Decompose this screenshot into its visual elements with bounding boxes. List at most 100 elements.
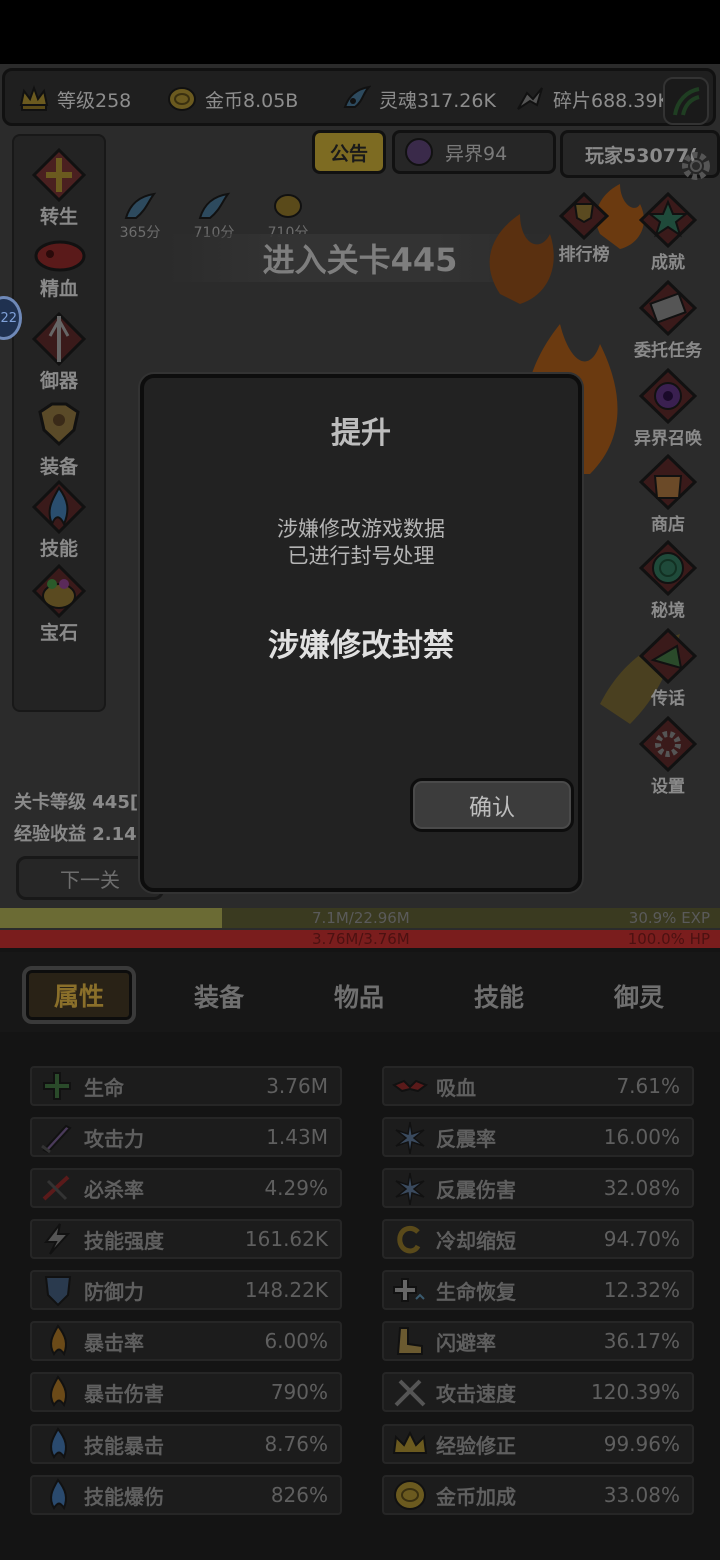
- scroll-icon: [638, 279, 698, 337]
- shard-text: 碎片688.39K: [553, 89, 670, 112]
- level-resource: 等级258: [19, 83, 131, 115]
- stat-row: 生命恢复 12.32%: [382, 1270, 694, 1310]
- stat-row: 必杀率 4.29%: [30, 1168, 342, 1208]
- crit-slash-icon: [38, 1171, 78, 1205]
- stat-value: 12.32%: [603, 1278, 680, 1302]
- coin-icon: [167, 85, 197, 113]
- bat-icon: [390, 1069, 430, 1103]
- menu-essence[interactable]: 精血: [14, 234, 104, 301]
- stat-name: 攻击力: [84, 1126, 144, 1151]
- menu-ranking[interactable]: 排行榜: [544, 191, 624, 265]
- stats-panel: 生命 3.76M 攻击力 1.43M 必杀率 4.29% 技能强度 161.62K 防御力 148…: [0, 1032, 720, 1560]
- stat-value: 1.43M: [266, 1125, 328, 1149]
- spark-icon: [390, 1120, 430, 1155]
- menu-gem[interactable]: 宝石: [14, 563, 104, 645]
- stat-value: 120.39%: [591, 1380, 680, 1404]
- hp-bar-text: 3.76M/3.76M: [312, 930, 410, 948]
- stat-value: 33.08%: [603, 1483, 680, 1507]
- regen-icon: [390, 1273, 430, 1307]
- stat-row: 暴击率 6.00%: [30, 1321, 342, 1361]
- menu-secret-realm-label: 秘境: [651, 601, 685, 621]
- menu-rebirth[interactable]: 转生: [14, 147, 104, 229]
- swords-icon: [390, 1375, 430, 1409]
- stat-row: 生命 3.76M: [30, 1066, 342, 1106]
- ban-dialog: 提升 涉嫌修改游戏数据 已进行封号处理 涉嫌修改封禁 确认: [140, 374, 582, 892]
- tab-equipment[interactable]: 装备: [164, 968, 274, 1024]
- stat-row: 吸血 7.61%: [382, 1066, 694, 1106]
- stat-name: 技能爆伤: [84, 1484, 164, 1509]
- menu-achievement[interactable]: 成就: [624, 191, 712, 273]
- menu-settings[interactable]: 设置: [624, 715, 712, 797]
- stat-name: 技能强度: [84, 1228, 164, 1253]
- shield-icon: [38, 1273, 78, 1307]
- dialog-title: 提升: [331, 416, 391, 451]
- notice-tab[interactable]: 公告: [312, 130, 386, 174]
- menu-shop-label: 商店: [651, 515, 685, 535]
- stat-row: 暴击伤害 790%: [30, 1372, 342, 1412]
- coin-icon: [390, 1478, 430, 1512]
- menu-summon[interactable]: 异界召唤: [624, 367, 712, 449]
- dialog-message-line2: 已进行封号处理: [287, 544, 435, 568]
- menu-skill[interactable]: 技能: [14, 479, 104, 561]
- stat-row: 技能暴击 8.76%: [30, 1424, 342, 1464]
- spark-icon: [390, 1171, 430, 1206]
- stat-name: 攻击速度: [436, 1381, 516, 1406]
- cross-heal-icon: [38, 1069, 78, 1103]
- stat-value: 6.00%: [264, 1329, 328, 1353]
- cooldown-icon: [390, 1222, 430, 1256]
- menu-message[interactable]: 传话: [624, 627, 712, 709]
- stat-name: 闪避率: [436, 1330, 496, 1355]
- tab-skills[interactable]: 技能: [444, 968, 554, 1024]
- gear-icon[interactable]: [678, 148, 714, 184]
- menu-settings-label: 设置: [651, 777, 685, 797]
- status-bar: [0, 0, 720, 64]
- stat-row: 攻击速度 120.39%: [382, 1372, 694, 1412]
- boot-icon: [390, 1324, 430, 1358]
- menu-ranking-label: 排行榜: [558, 245, 610, 265]
- menu-secret-realm[interactable]: 秘境: [624, 539, 712, 621]
- stat-row: 技能强度 161.62K: [30, 1219, 342, 1259]
- menu-artifact-label: 御器: [39, 370, 78, 392]
- tab-items[interactable]: 物品: [304, 968, 414, 1024]
- screen: 等级258 金币8.05B 灵魂317.26K 碎片688.39K 公告 异界9…: [0, 0, 720, 1560]
- sword-icon: [38, 1120, 78, 1154]
- menu-artifact[interactable]: 御器: [14, 311, 104, 393]
- tab-spirits[interactable]: 御灵: [584, 968, 694, 1024]
- other-world-tab[interactable]: 异界94: [392, 130, 556, 174]
- exp-bar-percent: 30.9% EXP: [628, 909, 710, 927]
- dialog-message: 涉嫌修改游戏数据 已进行封号处理: [144, 516, 578, 570]
- corner-menu-button[interactable]: [663, 77, 709, 125]
- stat-value: 94.70%: [603, 1227, 680, 1251]
- gear-icon: [638, 715, 698, 773]
- portal-icon: [638, 367, 698, 425]
- menu-achievement-label: 成就: [651, 253, 685, 273]
- menu-commission[interactable]: 委托任务: [624, 279, 712, 361]
- stat-name: 生命: [84, 1075, 124, 1100]
- stat-name: 技能暴击: [84, 1433, 164, 1458]
- menu-rebirth-label: 转生: [39, 206, 78, 228]
- horn-icon: [638, 627, 698, 685]
- stat-name: 暴击伤害: [84, 1381, 164, 1406]
- stat-row: 经验修正 99.96%: [382, 1424, 694, 1464]
- soul-buff-icon: [122, 190, 158, 222]
- stat-row: 防御力 148.22K: [30, 1270, 342, 1310]
- hp-bar-percent: 100.0% HP: [627, 930, 710, 948]
- stat-row: 反震伤害 32.08%: [382, 1168, 694, 1208]
- star-icon: [638, 191, 698, 249]
- crown-icon: [19, 85, 49, 113]
- flame-icon: [38, 1324, 78, 1358]
- confirm-button[interactable]: 确认: [410, 778, 574, 832]
- stat-name: 反震伤害: [436, 1177, 516, 1202]
- level-text: 等级258: [57, 89, 132, 112]
- tab-attributes[interactable]: 属性: [22, 966, 136, 1024]
- stat-row: 技能爆伤 826%: [30, 1475, 342, 1515]
- lightning-icon: [38, 1222, 78, 1256]
- stat-value: 161.62K: [244, 1227, 328, 1251]
- soul-resource: 灵魂317.26K: [341, 83, 496, 115]
- stat-value: 32.08%: [603, 1176, 680, 1200]
- blue-flame-icon: [38, 1427, 78, 1461]
- stat-value: 148.22K: [244, 1278, 328, 1302]
- menu-equipment[interactable]: 装备: [14, 398, 104, 479]
- stat-value: 4.29%: [264, 1176, 328, 1200]
- menu-shop[interactable]: 商店: [624, 453, 712, 535]
